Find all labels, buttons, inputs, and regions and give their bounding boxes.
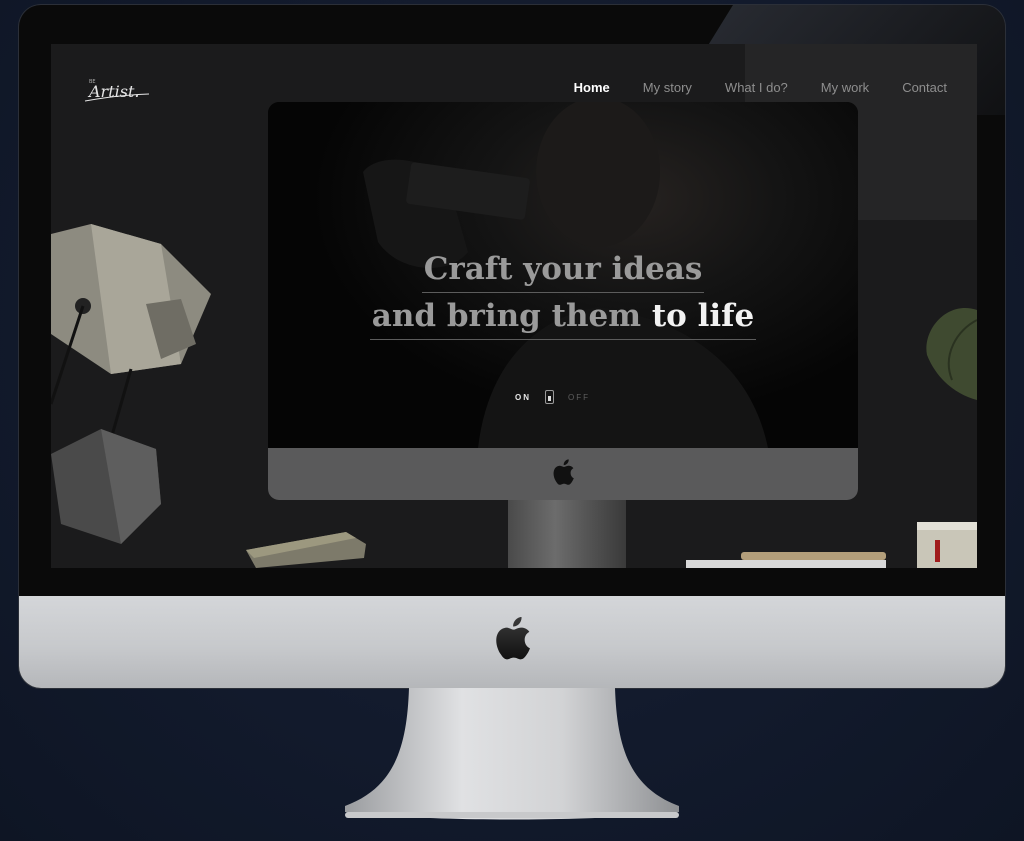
lamp-decoration: [51, 224, 211, 544]
bowl-decoration: [686, 552, 886, 568]
mini-imac-chin: [268, 448, 858, 500]
main-nav: Home My story What I do? My work Contact: [574, 80, 947, 95]
hero-headline: Craft your ideas and bring them to life: [268, 246, 858, 340]
brand-logo[interactable]: BE Artist.: [83, 74, 153, 104]
nav-item-my-work[interactable]: My work: [821, 80, 869, 95]
nav-item-home[interactable]: Home: [574, 80, 610, 95]
toggle-switch[interactable]: [545, 390, 554, 404]
book-stack-decoration: [917, 522, 977, 568]
nav-item-what-i-do[interactable]: What I do?: [725, 80, 788, 95]
toggle-on-label[interactable]: ON: [515, 393, 531, 402]
headline-line-1: Craft your ideas: [421, 246, 705, 293]
nav-item-my-story[interactable]: My story: [643, 80, 692, 95]
book-decoration: [246, 532, 366, 568]
apple-logo-icon: [553, 459, 574, 485]
toggle-off-label[interactable]: OFF: [568, 393, 590, 402]
imac-stand: [345, 688, 679, 820]
mini-imac: Craft your ideas and bring them to life …: [268, 102, 858, 500]
imac-chin: [19, 596, 1005, 688]
on-off-toggle: ON OFF: [515, 390, 590, 404]
headline-line-2: and bring them to life: [369, 293, 757, 340]
plant-decoration: [926, 308, 977, 400]
imac-frame: BE Artist. Home My story What I do? My w…: [19, 5, 1005, 688]
svg-text:Artist.: Artist.: [87, 82, 139, 101]
website-screen: BE Artist. Home My story What I do? My w…: [51, 44, 977, 568]
apple-logo-icon: [496, 617, 530, 660]
nav-item-contact[interactable]: Contact: [902, 80, 947, 95]
headline-line-2-b: to life: [651, 298, 755, 334]
headline-line-2-a: and bring them: [371, 298, 652, 334]
mini-imac-stand: [508, 500, 626, 568]
